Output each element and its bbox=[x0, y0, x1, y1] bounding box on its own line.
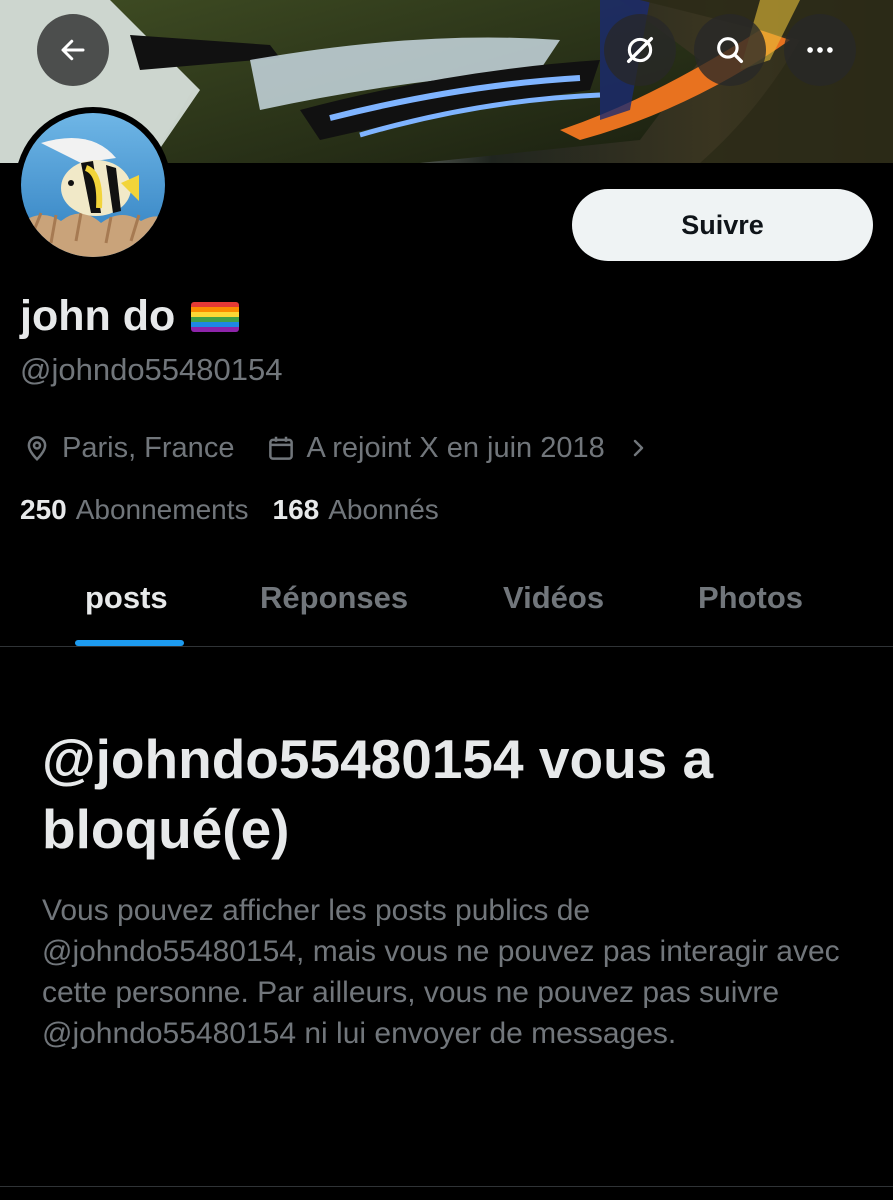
blocked-title: @johndo55480154 vous a bloqué(e) bbox=[42, 728, 714, 860]
avatar[interactable] bbox=[15, 107, 171, 263]
join-date-text: A rejoint X en juin 2018 bbox=[306, 431, 605, 464]
search-button[interactable] bbox=[694, 14, 766, 86]
back-button[interactable] bbox=[37, 14, 109, 86]
followers-count: 168 bbox=[272, 494, 320, 525]
calendar-icon bbox=[269, 436, 294, 460]
grok-icon bbox=[626, 36, 654, 64]
more-icon bbox=[807, 47, 833, 53]
follow-button[interactable]: Suivre bbox=[572, 189, 873, 261]
avatar-image bbox=[21, 113, 165, 257]
profile-handle: @johndo55480154 bbox=[20, 352, 283, 387]
grok-button[interactable] bbox=[604, 14, 676, 86]
more-button[interactable] bbox=[784, 14, 856, 86]
tab-replies[interactable]: Réponses bbox=[260, 580, 408, 616]
following-stat[interactable]: 250 Abonnements bbox=[20, 494, 249, 526]
display-name: john do bbox=[20, 292, 240, 341]
profile-meta: Paris, France A rejoint X en juin 2018 bbox=[22, 428, 649, 468]
location-text: Paris, France bbox=[62, 431, 235, 464]
tab-videos[interactable]: Vidéos bbox=[503, 580, 604, 616]
search-icon bbox=[717, 37, 744, 64]
location: Paris, France bbox=[22, 432, 234, 465]
followers-label: Abonnés bbox=[328, 494, 439, 525]
blocked-message: Vous pouvez afficher les posts publics d… bbox=[42, 894, 840, 1050]
display-name-text: john do bbox=[20, 292, 176, 340]
chevron-right-icon bbox=[629, 436, 649, 460]
followers-stat[interactable]: 168 Abonnés bbox=[273, 494, 439, 526]
profile-tabs: posts Réponses Vidéos Photos bbox=[0, 560, 893, 647]
location-pin-icon bbox=[27, 436, 47, 461]
active-tab-indicator bbox=[75, 640, 184, 646]
divider bbox=[0, 1186, 893, 1187]
following-label: Abonnements bbox=[75, 494, 249, 525]
join-date[interactable]: A rejoint X en juin 2018 bbox=[266, 432, 648, 465]
following-count: 250 bbox=[20, 494, 67, 525]
rainbow-flag-icon bbox=[191, 301, 240, 332]
tab-photos[interactable]: Photos bbox=[698, 580, 803, 616]
arrow-left-icon bbox=[61, 39, 85, 61]
tab-posts[interactable]: posts bbox=[85, 580, 168, 616]
follow-stats: 250 Abonnements 168 Abonnés bbox=[20, 494, 439, 526]
